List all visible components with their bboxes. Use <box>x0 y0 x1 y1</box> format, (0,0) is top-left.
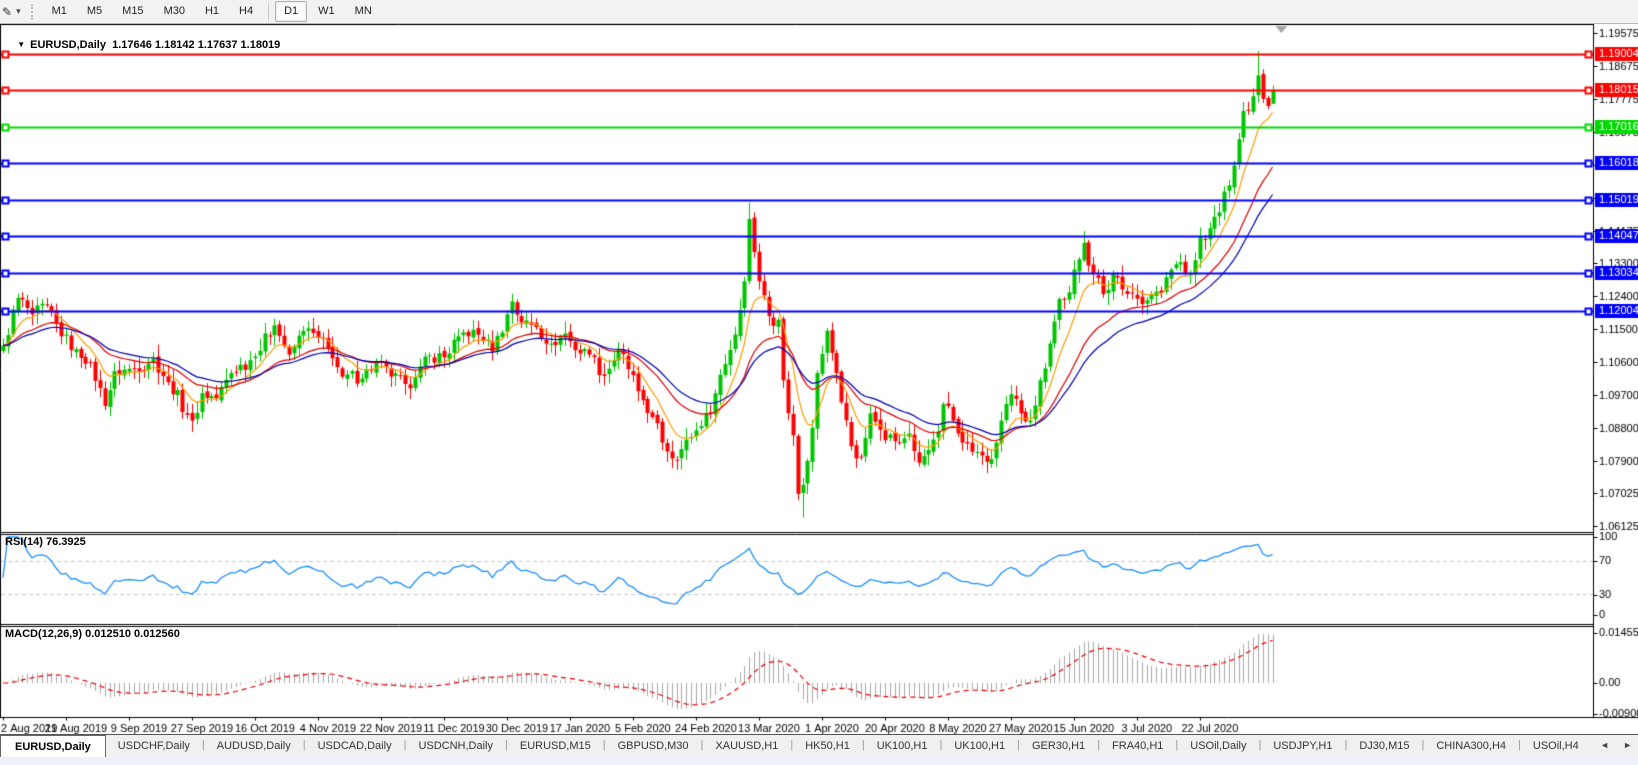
tab-scroll-right-button[interactable]: ► <box>1619 738 1636 752</box>
timeframe-button-m5[interactable]: M5 <box>78 1 111 22</box>
draw-tool-button[interactable]: ✎ ▾ <box>0 5 27 19</box>
toolbar-divider <box>268 2 270 21</box>
chart-window: ▼ EURUSD,Daily 1.17646 1.18142 1.17637 1.… <box>0 24 1638 734</box>
timeframe-button-m1[interactable]: M1 <box>43 1 76 22</box>
timeframe-buttons: M1 M5 M15 M30 H1 H4 D1 W1 MN <box>42 0 382 23</box>
chart-tab-uk100-h1[interactable]: UK100,H1 <box>865 735 940 756</box>
chart-tab-china300-h4[interactable]: CHINA300,H4 <box>1424 735 1518 756</box>
timeframe-button-m30[interactable]: M30 <box>155 1 194 22</box>
timeframe-button-mn[interactable]: MN <box>346 1 381 22</box>
toolbar-grip <box>30 3 38 20</box>
timeframe-button-h1[interactable]: H1 <box>196 1 228 22</box>
draw-tool-icon: ✎ <box>2 4 13 19</box>
chart-tab-usdjpy-h1[interactable]: USDJPY,H1 <box>1261 735 1344 756</box>
chart-canvas[interactable] <box>0 24 1638 734</box>
chart-tab-hk50-h1[interactable]: HK50,H1 <box>793 735 862 756</box>
chart-tab-usdchf-daily[interactable]: USDCHF,Daily <box>106 735 202 756</box>
chart-tab-eurusd-m15[interactable]: EURUSD,M15 <box>508 735 603 756</box>
chart-tab-ger30-h1[interactable]: GER30,H1 <box>1020 735 1097 756</box>
timeframe-button-m15[interactable]: M15 <box>113 1 152 22</box>
chart-tab-usoil-daily[interactable]: USOil,Daily <box>1178 735 1258 756</box>
chevron-down-icon: ▾ <box>16 6 21 16</box>
tab-scroll-left-button[interactable]: ◄ <box>1596 738 1613 752</box>
chart-tab-audusd-daily[interactable]: AUDUSD,Daily <box>205 735 303 756</box>
chart-tab-dj30-m15[interactable]: DJ30,M15 <box>1347 735 1421 756</box>
chart-tab-xauusd-h1[interactable]: XAUUSD,H1 <box>703 735 790 756</box>
timeframe-button-h4[interactable]: H4 <box>230 1 262 22</box>
chart-tab-usoil-h4[interactable]: USOil,H4 <box>1521 735 1591 756</box>
timeframe-button-w1[interactable]: W1 <box>309 1 344 22</box>
chart-tab-usdcad-daily[interactable]: USDCAD,Daily <box>306 735 404 756</box>
chart-tab-gbpusd-m30[interactable]: GBPUSD,M30 <box>606 735 701 756</box>
timeframe-button-d1[interactable]: D1 <box>275 1 308 22</box>
top-toolbar: ✎ ▾ M1 M5 M15 M30 H1 H4 D1 W1 MN <box>0 0 1638 24</box>
chart-tab-usdcnh-daily[interactable]: USDCNH,Daily <box>406 735 505 756</box>
chart-tab-fra40-h1[interactable]: FRA40,H1 <box>1100 735 1175 756</box>
status-strip <box>0 757 1638 765</box>
chart-tab-uk100-h1[interactable]: UK100,H1 <box>942 735 1017 756</box>
chart-tab-eurusd-daily[interactable]: EURUSD,Daily <box>0 735 106 759</box>
